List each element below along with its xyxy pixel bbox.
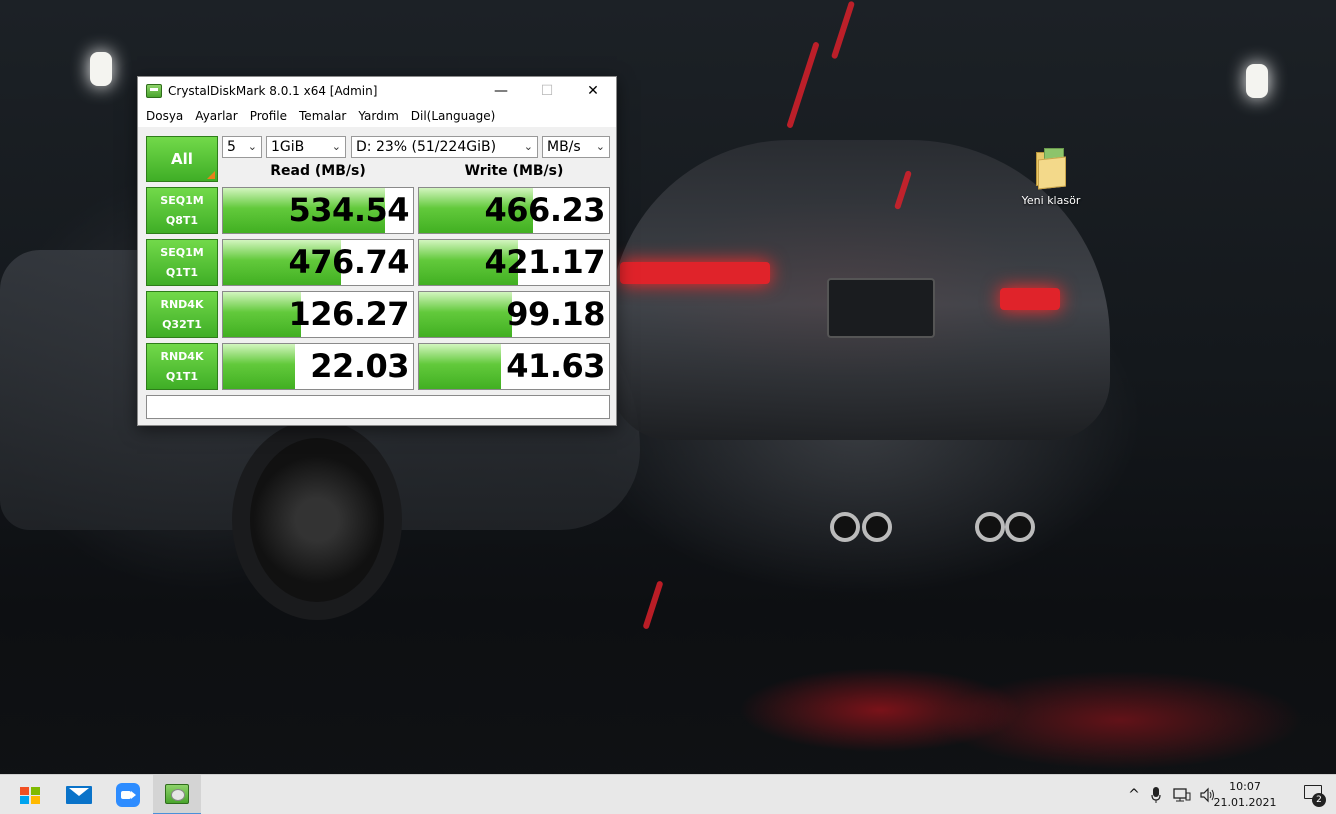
- write-result-value: 421.17: [484, 243, 606, 281]
- notification-count: 2: [1312, 793, 1326, 807]
- wallpaper-taillight-right: [1000, 288, 1060, 310]
- menu-bar: Dosya Ayarlar Profile Temalar Yardım Dil…: [138, 105, 616, 127]
- wallpaper-lamp: [1246, 64, 1268, 98]
- read-result-cell: 22.03: [222, 343, 414, 390]
- menu-ayarlar[interactable]: Ayarlar: [189, 109, 243, 123]
- unit-value: MB/s: [547, 139, 581, 155]
- wallpaper-rain-streak: [786, 41, 820, 129]
- taskbar-crystaldiskmark[interactable]: [153, 775, 201, 814]
- test-button-rnd4k-q1t1[interactable]: RND4K Q1T1: [146, 343, 218, 390]
- test-label-line1: RND4K: [160, 297, 204, 311]
- write-result-cell: 466.23: [418, 187, 610, 234]
- clock-date: 21.01.2021: [1213, 796, 1277, 809]
- write-result-value: 41.63: [506, 347, 605, 385]
- minimize-button[interactable]: —: [478, 77, 524, 105]
- clock[interactable]: 10:07 21.01.2021: [1210, 779, 1280, 811]
- read-result-cell: 126.27: [222, 291, 414, 338]
- wallpaper-exhaust: [830, 512, 860, 542]
- read-result-value: 476.74: [288, 243, 410, 281]
- test-label-line2: Q1T1: [165, 369, 199, 383]
- drive-select[interactable]: D: 23% (51/224GiB) ⌄: [351, 136, 538, 158]
- crystaldiskmark-icon: [165, 784, 189, 804]
- wallpaper-rain-streak: [642, 580, 664, 630]
- write-result-bar: [419, 292, 513, 337]
- mail-icon: [66, 786, 92, 804]
- test-button-seq1m-q8t1[interactable]: SEQ1M Q8T1: [146, 187, 218, 234]
- menu-yardim[interactable]: Yardım: [352, 109, 404, 123]
- wallpaper-wheel: [232, 420, 402, 620]
- title-bar[interactable]: CrystalDiskMark 8.0.1 x64 [Admin] — ☐ ✕: [138, 77, 616, 105]
- chevron-down-icon: ⌄: [523, 140, 533, 153]
- test-label-line1: RND4K: [160, 349, 204, 363]
- taskbar-zoom[interactable]: [104, 775, 152, 814]
- folder-icon: [1034, 148, 1068, 190]
- test-button-seq1m-q1t1[interactable]: SEQ1M Q1T1: [146, 239, 218, 286]
- write-result-cell: 99.18: [418, 291, 610, 338]
- write-result-bar: [419, 344, 501, 389]
- microphone-icon[interactable]: [1146, 775, 1166, 814]
- test-label-line1: SEQ1M: [160, 193, 204, 207]
- taskbar-store[interactable]: [6, 775, 54, 814]
- menu-language[interactable]: Dil(Language): [405, 109, 502, 123]
- wallpaper-exhaust: [975, 512, 1005, 542]
- write-result-cell: 421.17: [418, 239, 610, 286]
- write-result-value: 466.23: [484, 191, 606, 229]
- chevron-down-icon: ⌄: [331, 140, 341, 153]
- wallpaper-rain-streak: [830, 0, 856, 60]
- test-label-line1: SEQ1M: [160, 245, 204, 259]
- network-icon[interactable]: [1170, 775, 1194, 814]
- menu-profile[interactable]: Profile: [244, 109, 293, 123]
- all-button[interactable]: All: [146, 136, 218, 182]
- read-result-value: 534.54: [288, 191, 410, 229]
- read-result-value: 22.03: [310, 347, 409, 385]
- close-button[interactable]: ✕: [570, 77, 616, 105]
- menu-dosya[interactable]: Dosya: [140, 109, 189, 123]
- desktop-icon-label: Yeni klasör: [1021, 194, 1081, 207]
- comment-field[interactable]: [146, 395, 610, 419]
- store-icon: [19, 785, 41, 805]
- wallpaper-plate: [827, 278, 935, 338]
- unit-select[interactable]: MB/s ⌄: [542, 136, 610, 158]
- test-count-select[interactable]: 5 ⌄: [222, 136, 262, 158]
- test-button-rnd4k-q32t1[interactable]: RND4K Q32T1: [146, 291, 218, 338]
- wallpaper-exhaust: [862, 512, 892, 542]
- maximize-button[interactable]: ☐: [524, 77, 570, 105]
- read-result-cell: 534.54: [222, 187, 414, 234]
- write-result-value: 99.18: [506, 295, 605, 333]
- drive-value: D: 23% (51/224GiB): [356, 139, 497, 155]
- desktop-icon-new-folder[interactable]: Yeni klasör: [1016, 148, 1086, 207]
- test-label-line2: Q1T1: [165, 265, 199, 279]
- read-result-bar: [223, 344, 296, 389]
- wallpaper-exhaust: [1005, 512, 1035, 542]
- test-size-select[interactable]: 1GiB ⌄: [266, 136, 346, 158]
- wallpaper-taillight-left: [620, 262, 770, 284]
- chevron-down-icon: ⌄: [247, 140, 257, 153]
- window-title: CrystalDiskMark 8.0.1 x64 [Admin]: [168, 84, 378, 98]
- crystaldiskmark-window: CrystalDiskMark 8.0.1 x64 [Admin] — ☐ ✕ …: [137, 76, 617, 426]
- test-size-value: 1GiB: [271, 139, 305, 155]
- read-column-header: Read (MB/s): [270, 163, 366, 179]
- taskbar-mail[interactable]: [55, 775, 103, 814]
- notification-center-button[interactable]: 2: [1302, 783, 1326, 807]
- test-label-line2: Q32T1: [162, 317, 202, 331]
- read-result-value: 126.27: [288, 295, 410, 333]
- clock-time: 10:07: [1229, 780, 1261, 793]
- tray-chevron-up-icon[interactable]: ^: [1124, 775, 1144, 814]
- test-count-value: 5: [227, 139, 236, 155]
- chevron-down-icon: ⌄: [595, 140, 605, 153]
- zoom-icon: [116, 783, 140, 807]
- write-result-cell: 41.63: [418, 343, 610, 390]
- taskbar: ^ 10:07 21.01.2021 2: [0, 774, 1336, 814]
- wallpaper-lamp: [90, 52, 112, 86]
- test-label-line2: Q8T1: [165, 213, 199, 227]
- menu-temalar[interactable]: Temalar: [293, 109, 352, 123]
- benchmark-panel: All 5 ⌄ 1GiB ⌄ D: 23% (51/224GiB) ⌄ MB/s…: [138, 127, 616, 425]
- read-result-cell: 476.74: [222, 239, 414, 286]
- write-column-header: Write (MB/s): [464, 163, 564, 179]
- crystaldiskmark-app-icon: [146, 84, 162, 98]
